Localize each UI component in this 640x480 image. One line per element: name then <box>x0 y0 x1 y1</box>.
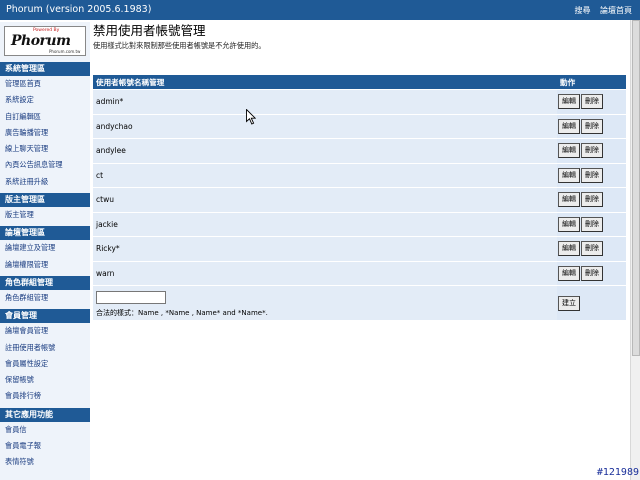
sidebar-item-announcements[interactable]: 內頁公告訊息管理 <box>0 157 90 173</box>
mouse-cursor-icon <box>246 109 256 125</box>
sidebar-item-member-admin[interactable]: 論壇會員管理 <box>0 323 90 339</box>
sidebar-section-system: 系統管理區 <box>0 62 90 76</box>
edit-button[interactable]: 編輯 <box>558 167 580 183</box>
create-cell: 建立 <box>557 286 626 320</box>
banned-name: andylee <box>93 139 557 163</box>
banned-name: andychao <box>93 114 557 138</box>
phorum-logo[interactable]: Powered By Phorum Phorum.com.tw <box>4 26 86 56</box>
main-content: 禁用使用者帳號管理 使用樣式比對來限制那些使用者帳號是不允許使用的。 <box>93 22 625 52</box>
row-actions: 編輯 刪除 <box>557 139 626 163</box>
corner-tag: #121989 <box>596 467 639 478</box>
delete-button[interactable]: 刪除 <box>581 192 603 208</box>
sidebar-item-forum-permissions[interactable]: 論壇權限管理 <box>0 257 90 273</box>
banned-name: admin* <box>93 90 557 114</box>
table-header-row: 使用者帳號名稱管理 動作 <box>93 75 626 89</box>
sidebar-item-system-settings[interactable]: 系統設定 <box>0 92 90 108</box>
sidebar: Powered By Phorum Phorum.com.tw 系統管理區 管理… <box>0 22 90 480</box>
sidebar-item-role-groups[interactable]: 角色群組管理 <box>0 290 90 306</box>
edit-button[interactable]: 編輯 <box>558 241 580 257</box>
top-bar: Phorum (version 2005.6.1983) 搜尋 論壇首頁 <box>0 0 640 20</box>
banned-names-table: 使用者帳號名稱管理 動作 admin* 編輯 刪除 andychao 編輯 刪除 a… <box>93 74 626 321</box>
banned-name: ctwu <box>93 188 557 212</box>
sidebar-item-newsletter[interactable]: 會員電子報 <box>0 438 90 454</box>
sidebar-item-member-mail[interactable]: 會員信 <box>0 422 90 438</box>
table-row: jackie 編輯 刪除 <box>93 212 626 236</box>
banned-name: jackie <box>93 212 557 236</box>
search-link[interactable]: 搜尋 <box>574 6 590 15</box>
sidebar-section-roles: 角色群組管理 <box>0 275 90 290</box>
banned-name: ct <box>93 163 557 187</box>
sidebar-item-register-account[interactable]: 註冊使用者帳號 <box>0 340 90 356</box>
sidebar-item-ad-carousel[interactable]: 廣告輪播管理 <box>0 125 90 141</box>
delete-button[interactable]: 刪除 <box>581 167 603 183</box>
edit-button[interactable]: 編輯 <box>558 192 580 208</box>
forum-home-link[interactable]: 論壇首頁 <box>600 6 632 15</box>
sidebar-item-chat[interactable]: 線上聊天管理 <box>0 141 90 157</box>
app-title: Phorum (version 2005.6.1983) <box>6 4 152 15</box>
table-row: ct 編輯 刪除 <box>93 163 626 187</box>
sidebar-item-admin-home[interactable]: 管理區首頁 <box>0 76 90 92</box>
top-links: 搜尋 論壇首頁 <box>567 5 632 16</box>
delete-button[interactable]: 刪除 <box>581 94 603 110</box>
table-row: warn 編輯 刪除 <box>93 261 626 285</box>
sidebar-section-forums: 論壇管理區 <box>0 226 90 241</box>
edit-button[interactable]: 編輯 <box>558 118 580 134</box>
row-actions: 編輯 刪除 <box>557 212 626 236</box>
sidebar-item-member-attributes[interactable]: 會員屬性設定 <box>0 356 90 372</box>
column-header-name: 使用者帳號名稱管理 <box>93 75 557 89</box>
sidebar-section-moderators: 版主管理區 <box>0 193 90 208</box>
sidebar-item-moderator-admin[interactable]: 版主管理 <box>0 207 90 223</box>
sidebar-item-reserved-accounts[interactable]: 保留帳號 <box>0 372 90 388</box>
sidebar-item-forum-create[interactable]: 論壇建立及管理 <box>0 240 90 256</box>
sidebar-section-members: 會員管理 <box>0 309 90 324</box>
edit-button[interactable]: 編輯 <box>558 216 580 232</box>
new-name-cell: 合法的樣式：Name , *Name , Name* and *Name*. <box>93 286 557 320</box>
logo-sub-text: Phorum.com.tw <box>49 49 81 54</box>
sidebar-item-register-upgrade[interactable]: 系統註冊升級 <box>0 174 90 190</box>
table-row: andychao 編輯 刪除 <box>93 114 626 138</box>
row-actions: 編輯 刪除 <box>557 114 626 138</box>
vertical-scrollbar[interactable] <box>630 20 640 480</box>
row-actions: 編輯 刪除 <box>557 188 626 212</box>
edit-button[interactable]: 編輯 <box>558 143 580 159</box>
sidebar-item-custom-edit[interactable]: 自訂編輯區 <box>0 109 90 125</box>
delete-button[interactable]: 刪除 <box>581 143 603 159</box>
sidebar-item-member-ranking[interactable]: 會員排行榜 <box>0 388 90 404</box>
new-name-row: 合法的樣式：Name , *Name , Name* and *Name*. 建… <box>93 286 626 320</box>
sidebar-section-other: 其它應用功能 <box>0 407 90 422</box>
new-banned-name-input[interactable] <box>96 290 166 304</box>
row-actions: 編輯 刪除 <box>557 163 626 187</box>
logo-name: Phorum <box>11 33 71 49</box>
table-row: admin* 編輯 刪除 <box>93 90 626 114</box>
banned-name: Ricky* <box>93 237 557 261</box>
delete-button[interactable]: 刪除 <box>581 241 603 257</box>
delete-button[interactable]: 刪除 <box>581 118 603 134</box>
table-row: Ricky* 編輯 刪除 <box>93 237 626 261</box>
row-actions: 編輯 刪除 <box>557 237 626 261</box>
scrollbar-thumb[interactable] <box>632 20 640 356</box>
table-row: andylee 編輯 刪除 <box>93 139 626 163</box>
banned-name: warn <box>93 261 557 285</box>
sidebar-item-emoticons[interactable]: 表情符號 <box>0 454 90 470</box>
create-button[interactable]: 建立 <box>558 295 580 311</box>
delete-button[interactable]: 刪除 <box>581 216 603 232</box>
edit-button[interactable]: 編輯 <box>558 94 580 110</box>
delete-button[interactable]: 刪除 <box>581 265 603 281</box>
column-header-action: 動作 <box>557 75 626 89</box>
table-row: ctwu 編輯 刪除 <box>93 188 626 212</box>
row-actions: 編輯 刪除 <box>557 90 626 114</box>
pattern-hint: 合法的樣式：Name , *Name , Name* and *Name*. <box>96 308 268 317</box>
page-description: 使用樣式比對來限制那些使用者帳號是不允許使用的。 <box>93 41 266 50</box>
page-title: 禁用使用者帳號管理 <box>93 23 206 38</box>
row-actions: 編輯 刪除 <box>557 261 626 285</box>
edit-button[interactable]: 編輯 <box>558 265 580 281</box>
